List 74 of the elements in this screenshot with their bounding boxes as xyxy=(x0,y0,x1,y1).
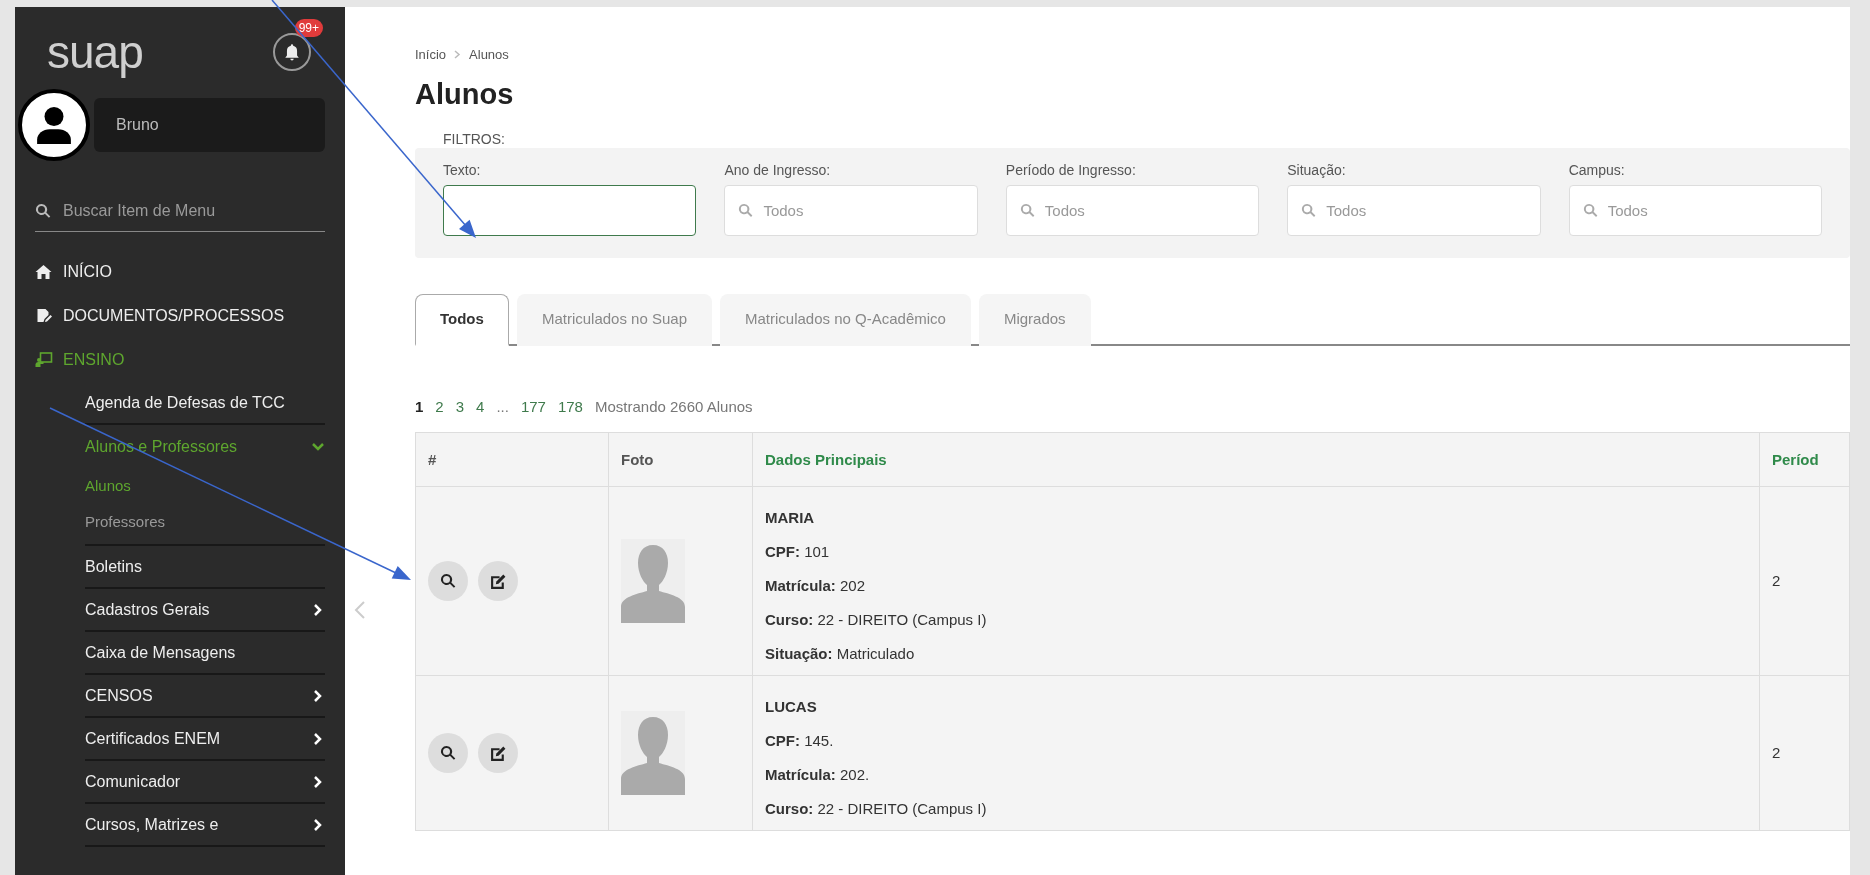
student-detail: Matrícula: 202 xyxy=(765,576,867,597)
select-field[interactable]: Todos xyxy=(1287,185,1541,237)
submenu-item[interactable]: Certificados ENEM xyxy=(85,718,325,761)
search-icon xyxy=(35,203,51,219)
search-icon xyxy=(440,745,456,762)
student-detail: CPF: 145. xyxy=(765,731,835,752)
column-header: # xyxy=(415,432,609,487)
student-name: MARIA xyxy=(765,508,816,529)
student-detail: Situação: Matriculado xyxy=(765,644,916,665)
tab[interactable]: Todos xyxy=(415,294,509,346)
edit-button[interactable] xyxy=(478,561,518,602)
edit-button[interactable] xyxy=(478,733,518,774)
bell-icon xyxy=(283,43,301,61)
student-detail: Matrícula: 202. xyxy=(765,765,871,786)
submenu-item[interactable]: Cadastros Gerais xyxy=(85,589,325,632)
filters-label: FILTROS: xyxy=(442,130,506,150)
breadcrumb-link[interactable]: Início xyxy=(415,45,447,65)
search-field[interactable]: Buscar Item de Menu xyxy=(35,191,325,232)
view-button[interactable] xyxy=(428,561,468,602)
page-link[interactable]: 177 xyxy=(520,395,546,419)
menu-item[interactable]: DOCUMENTOS/PROCESSOS xyxy=(35,294,325,338)
student-name: LUCAS xyxy=(765,697,818,718)
column-header[interactable]: Dados Principais xyxy=(752,432,1760,487)
student-detail: Curso: 22 - DIREITO (Campus I) xyxy=(765,799,988,820)
search-icon xyxy=(1019,203,1035,219)
submenu-item[interactable]: Cursos, Matrizes e xyxy=(85,804,325,847)
search-icon xyxy=(440,573,456,590)
breadcrumb-link[interactable]: Alunos xyxy=(469,45,509,65)
column-header[interactable]: Períod xyxy=(1759,432,1850,487)
field-label: Situação: xyxy=(1287,161,1347,181)
user-silhouette-icon xyxy=(37,106,71,144)
page-title: Alunos xyxy=(415,76,515,112)
edit-icon xyxy=(489,572,507,590)
select-field[interactable]: Todos xyxy=(724,185,978,237)
submenu-item[interactable]: Alunos xyxy=(85,468,325,504)
pagination-ellipsis: ... xyxy=(496,396,509,417)
student-detail: Curso: 22 - DIREITO (Campus I) xyxy=(765,610,988,631)
submenu-item[interactable]: Professores xyxy=(85,504,325,540)
page-link[interactable]: 178 xyxy=(557,395,583,419)
submenu-item[interactable]: CENSOS xyxy=(85,675,325,718)
notification-count: 99+ xyxy=(294,19,323,37)
field-label: Período de Ingresso: xyxy=(1005,161,1137,181)
submenu-item[interactable]: Boletins xyxy=(85,546,325,589)
menu-item[interactable]: ENSINO xyxy=(35,338,325,382)
field-label: Texto: xyxy=(443,161,482,181)
page-link[interactable]: 3 xyxy=(455,395,465,419)
view-button[interactable] xyxy=(428,733,468,774)
page-link[interactable]: 1 xyxy=(415,395,424,419)
results-summary: Mostrando 2660 Alunos xyxy=(594,396,753,417)
student-detail: CPF: 101 xyxy=(765,542,831,563)
search-icon xyxy=(738,203,754,219)
menu-item[interactable]: INÍCIO xyxy=(35,250,325,294)
field-label: Campus: xyxy=(1568,161,1626,181)
table-cell: 2 xyxy=(1759,486,1850,676)
search-icon xyxy=(1582,203,1598,219)
column-header: Foto xyxy=(608,432,753,487)
select-field[interactable]: Todos xyxy=(1568,185,1823,237)
breadcrumb-chevron-icon xyxy=(454,50,462,60)
document-icon xyxy=(35,308,53,324)
page-link[interactable]: 2 xyxy=(435,395,444,419)
page-link[interactable]: 4 xyxy=(476,395,485,419)
field-label: Ano de Ingresso: xyxy=(724,161,832,181)
submenu-item[interactable]: Alunos e Professores xyxy=(85,425,325,468)
user-menu[interactable]: Bruno xyxy=(94,98,325,152)
submenu-item[interactable]: Comunicador xyxy=(85,761,325,804)
table-cell: 2 xyxy=(1759,675,1850,831)
edit-icon xyxy=(489,744,507,762)
submenu-item[interactable]: Agenda de Defesas de TCC xyxy=(85,382,325,425)
house-icon xyxy=(35,264,53,280)
select-field[interactable]: Todos xyxy=(1005,185,1260,237)
search-icon xyxy=(1301,203,1317,219)
input-field[interactable] xyxy=(443,185,697,237)
submenu-item[interactable]: Caixa de Mensagens xyxy=(85,632,325,675)
chalkboard-icon xyxy=(35,352,53,368)
